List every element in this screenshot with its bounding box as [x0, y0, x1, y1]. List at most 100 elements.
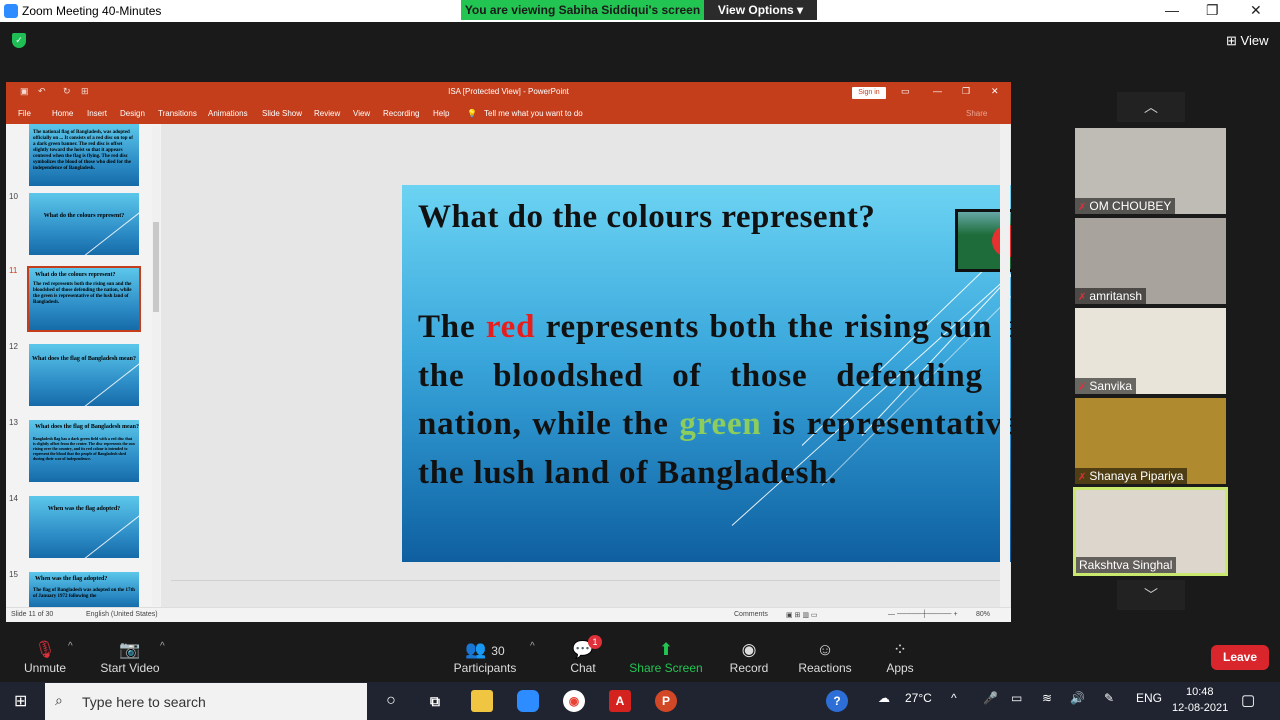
chat-label: Chat — [570, 661, 596, 675]
share-screen-button[interactable]: ⬆ Share Screen — [621, 639, 711, 675]
thumbnail-body: Bangladesh flag has a dark green field w… — [33, 436, 135, 461]
shared-powerpoint-window: ▣ ↶ ↻ ⊞ ISA [Protected View] - PowerPoin… — [6, 82, 1011, 622]
lightbulb-icon: 💡 — [467, 109, 477, 118]
window-title: Zoom Meeting 40-Minutes — [22, 4, 162, 18]
word-green: green — [679, 406, 762, 442]
task-view-icon[interactable]: ⧉ — [424, 690, 446, 712]
slide-counter: Slide 11 of 30 — [11, 611, 54, 618]
share-screen-icon: ⬆ — [658, 640, 674, 659]
screen-share-banner: You are viewing Sabiha Siddiqui's screen — [461, 0, 704, 20]
tell-me-box: Tell me what you want to do — [484, 109, 583, 118]
windows-start-icon[interactable]: ⊞ — [14, 691, 27, 711]
thumbnail-number: 15 — [9, 570, 18, 579]
participant-video-active-speaker[interactable]: Rakshtva Singhal — [1073, 487, 1228, 576]
ppt-share-button: Share — [966, 109, 988, 118]
notes-divider — [171, 580, 1001, 581]
muted-mic-icon: 🎙 — [34, 640, 56, 659]
participant-name: ✗ OM CHOUBEY — [1075, 198, 1176, 214]
ribbon-tab-home: Home — [52, 109, 74, 118]
participant-name: ✗ Shanaya Pipariya — [1075, 468, 1188, 484]
ppt-status-bar: Slide 11 of 30 English (United States) C… — [6, 607, 1011, 622]
participant-video[interactable]: ✗ Shanaya Pipariya — [1075, 398, 1226, 484]
close-icon[interactable]: ✕ — [1250, 2, 1262, 19]
record-label: Record — [729, 661, 769, 675]
unmute-button[interactable]: 🎙 Unmute — [0, 639, 90, 675]
cortana-icon[interactable]: ○ — [380, 690, 402, 712]
participants-button[interactable]: 👥 30 Participants — [440, 639, 530, 675]
thumbnail-scrollbar — [152, 126, 160, 606]
participants-label: Participants — [453, 661, 517, 675]
minimize-icon[interactable]: — — [1165, 2, 1179, 18]
slide-title: What do the colours represent? — [418, 199, 876, 235]
security-shield-icon[interactable]: ✓ — [12, 33, 26, 48]
file-explorer-icon[interactable] — [471, 690, 493, 712]
chat-button[interactable]: 💬 Chat — [538, 639, 628, 675]
participants-icon: 👥 30 — [465, 640, 505, 659]
unmute-label: Unmute — [23, 661, 67, 675]
participant-video[interactable]: ✗ amritansh — [1075, 218, 1226, 304]
thumbnail-title: What does the flag of Bangladesh mean? — [35, 424, 139, 430]
chrome-icon[interactable]: ◉ — [563, 690, 585, 712]
thumbnail-decoration — [77, 362, 139, 406]
taskbar-search-box[interactable]: ⌕ Type here to search — [45, 683, 367, 720]
help-icon[interactable]: ? — [826, 690, 848, 712]
search-placeholder: Type here to search — [82, 694, 206, 710]
participant-video[interactable]: ✗ Sanvika — [1075, 308, 1226, 394]
slide-editing-area: What do the colours represent? The red r… — [161, 124, 1011, 607]
ribbon-tab-slideshow: Slide Show — [262, 109, 303, 118]
thumbnail-number: 10 — [9, 192, 18, 201]
slide-thumbnail-pane: The national flag of Bangladesh, was ado… — [6, 124, 161, 608]
scroll-up-chevron-icon[interactable]: ︿ — [1117, 92, 1185, 122]
video-options-caret-icon[interactable]: ^ — [160, 641, 165, 652]
ribbon-tab-file: File — [18, 109, 31, 118]
participants-caret-icon[interactable]: ^ — [530, 641, 535, 652]
thumbnail-number: 12 — [9, 342, 18, 351]
slide-body-text: The red represents both the rising sun a… — [418, 303, 1011, 497]
ribbon-tab-transitions: Transitions — [158, 109, 197, 118]
input-language[interactable]: ENG — [1136, 691, 1162, 705]
acrobat-icon[interactable]: A — [609, 690, 631, 712]
view-button[interactable]: ⊞ View — [1226, 33, 1268, 49]
search-icon: ⌕ — [55, 692, 63, 708]
ppt-sign-in-button: Sign in — [852, 87, 886, 99]
audio-options-caret-icon[interactable]: ^ — [68, 641, 73, 652]
ribbon-tab-review: Review — [314, 109, 341, 118]
view-options-button[interactable]: View Options ▾ — [704, 0, 817, 20]
clock-time[interactable]: 10:48 — [1186, 686, 1214, 698]
clock-date[interactable]: 12-08-2021 — [1172, 702, 1228, 714]
scroll-down-chevron-icon[interactable]: ﹀ — [1117, 580, 1185, 610]
volume-icon[interactable]: 🔊 — [1070, 691, 1085, 705]
participant-name-text: Shanaya Pipariya — [1089, 469, 1184, 483]
ppt-title-bar: ▣ ↶ ↻ ⊞ ISA [Protected View] - PowerPoin… — [6, 82, 1011, 124]
apps-button[interactable]: ⁘ Apps — [855, 639, 945, 675]
thumbnail-title: When was the flag adopted? — [47, 506, 121, 512]
ppt-restore-icon: ❐ — [962, 86, 971, 96]
powerpoint-app-icon[interactable]: P — [655, 690, 677, 712]
chat-icon: 💬 — [572, 640, 594, 659]
muted-mic-icon: ✗ — [1078, 292, 1087, 303]
thumbnail-body: The red represents both the rising sun a… — [33, 282, 132, 305]
muted-mic-icon: ✗ — [1078, 382, 1087, 393]
zoom-app-icon[interactable] — [517, 690, 539, 712]
tray-overflow-icon[interactable]: ^ — [951, 691, 957, 705]
weather-icon[interactable]: ☁ — [878, 691, 890, 705]
thumbnail-title: When was the flag adopted? — [35, 576, 108, 582]
leave-button[interactable]: Leave — [1211, 645, 1269, 670]
notifications-icon[interactable]: ▢ — [1241, 691, 1255, 709]
slide-thumbnail-selected: What do the colours represent? The red re… — [27, 266, 141, 332]
thumbnail-title: What do the colours represent? — [43, 213, 125, 219]
thumbnail-scroll-thumb — [153, 222, 159, 312]
microphone-icon[interactable]: 🎤 — [983, 691, 998, 705]
thumbnail-body: The national flag of Bangladesh, was ado… — [33, 130, 133, 171]
wifi-icon[interactable]: ≋ — [1042, 691, 1052, 705]
apps-icon: ⁘ — [892, 640, 908, 659]
maximize-icon[interactable]: ❐ — [1206, 2, 1219, 19]
pen-icon[interactable]: ✎ — [1104, 691, 1114, 705]
ribbon-tab-help: Help — [433, 109, 450, 118]
zoom-level: 80% — [976, 611, 991, 618]
participant-video[interactable]: ✗ OM CHOUBEY — [1075, 128, 1226, 214]
battery-icon[interactable]: ▭ — [1011, 691, 1022, 705]
participant-name-text: Sanvika — [1089, 379, 1133, 393]
thumbnail-title: What does the flag of Bangladesh mean? — [31, 356, 136, 362]
ribbon-tab-insert: Insert — [87, 109, 108, 118]
